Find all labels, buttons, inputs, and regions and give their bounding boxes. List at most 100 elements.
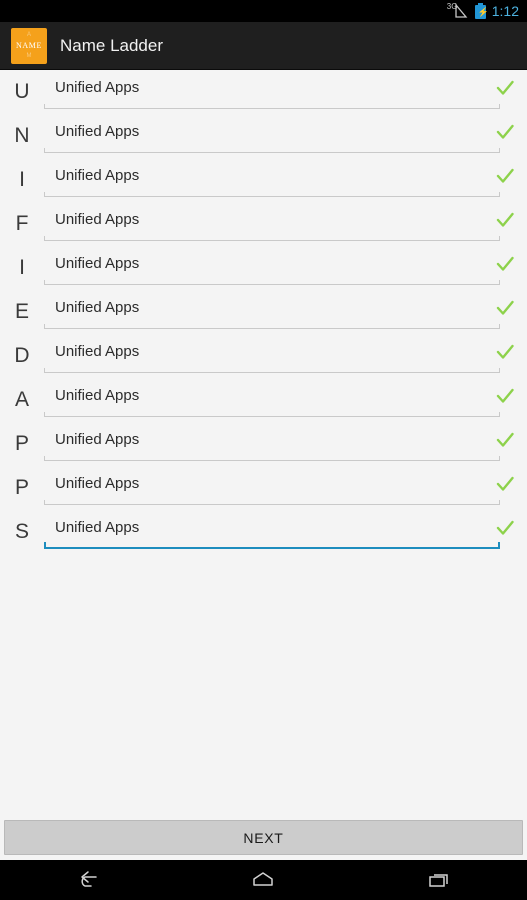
- ladder-row-letter: E: [14, 300, 29, 323]
- ladder-name-input[interactable]: [44, 204, 500, 234]
- valid-check-icon: [483, 336, 527, 368]
- check-glyph: [496, 80, 514, 95]
- underline-line: [44, 284, 500, 285]
- ladder-name-input[interactable]: [44, 336, 500, 366]
- valid-check-icon: [483, 72, 527, 104]
- underline-tick-right: [499, 368, 500, 373]
- action-bar: A NAME M Name Ladder: [0, 22, 527, 70]
- underline-line: [44, 416, 500, 417]
- underline-line: [44, 460, 500, 461]
- recents-glyph: [429, 874, 448, 887]
- app-logo-icon[interactable]: A NAME M: [11, 27, 47, 64]
- app-logo-top-mark: A: [26, 31, 31, 38]
- ladder-row: D: [0, 336, 527, 380]
- valid-check-icon: [483, 424, 527, 456]
- battery-bolt-glyph: ⚡: [477, 6, 489, 17]
- ladder-row-field: [44, 248, 527, 285]
- input-underline: [44, 278, 500, 285]
- network-type-label: 3G: [446, 2, 458, 11]
- input-underline: [44, 322, 500, 329]
- valid-check-icon: [483, 116, 527, 148]
- ladder-row-letter: F: [15, 212, 29, 235]
- input-underline: [44, 190, 500, 197]
- ladder-row-field: [44, 116, 527, 153]
- check-glyph: [496, 388, 514, 403]
- footer-bar: NEXT: [0, 815, 527, 860]
- underline-line: [44, 328, 500, 329]
- check-glyph: [496, 476, 514, 491]
- ladder-row: P: [0, 468, 527, 512]
- ladder-row: I: [0, 248, 527, 292]
- check-glyph: [496, 256, 514, 271]
- ladder-row-field: [44, 204, 527, 241]
- valid-check-icon: [483, 468, 527, 500]
- ladder-row-field: [44, 336, 527, 373]
- back-icon[interactable]: [53, 860, 123, 900]
- page-title: Name Ladder: [60, 35, 164, 55]
- underline-tick-right: [499, 148, 500, 153]
- underline-tick-right: [499, 456, 500, 461]
- ladder-name-input[interactable]: [44, 72, 500, 102]
- check-glyph: [496, 300, 514, 315]
- ladder-row: N: [0, 116, 527, 160]
- ladder-row: A: [0, 380, 527, 424]
- valid-check-icon: [483, 160, 527, 192]
- input-underline: [44, 410, 500, 417]
- ladder-row-field: [44, 424, 527, 461]
- valid-check-icon: [483, 204, 527, 236]
- home-glyph: [253, 872, 274, 886]
- ladder-row-letter: A: [14, 388, 29, 411]
- check-glyph: [496, 124, 514, 139]
- ladder-name-input[interactable]: [44, 468, 500, 498]
- ladder-name-input[interactable]: [44, 424, 500, 454]
- status-bar-right-cluster: 3G ⚡ 1:12: [446, 2, 519, 20]
- ladder-row: U: [0, 72, 527, 116]
- input-underline: [44, 498, 500, 505]
- ladder-row-field: [44, 380, 527, 417]
- navigation-bar: [0, 860, 527, 900]
- home-icon[interactable]: [228, 860, 298, 900]
- valid-check-icon: [483, 380, 527, 412]
- input-underline: [44, 542, 500, 549]
- check-glyph: [496, 520, 514, 535]
- ladder-name-input[interactable]: [44, 248, 500, 278]
- input-underline: [44, 146, 500, 153]
- check-glyph: [496, 212, 514, 227]
- underline-line: [44, 108, 500, 109]
- check-glyph: [496, 344, 514, 359]
- valid-check-icon: [483, 512, 527, 544]
- ladder-row-letter: I: [19, 256, 25, 279]
- ladder-name-input[interactable]: [44, 512, 500, 542]
- input-underline: [44, 366, 500, 373]
- ladder-row-field: [44, 160, 527, 197]
- ladder-name-input[interactable]: [44, 116, 500, 146]
- check-glyph: [496, 432, 514, 447]
- ladder-row-field: [44, 468, 527, 505]
- ladder-name-input[interactable]: [44, 380, 500, 410]
- input-underline: [44, 234, 500, 241]
- ladder-row: I: [0, 160, 527, 204]
- valid-check-icon: [483, 248, 527, 280]
- ladder-name-input[interactable]: [44, 292, 500, 322]
- next-button[interactable]: NEXT: [4, 820, 523, 855]
- underline-tick-right: [499, 236, 500, 241]
- ladder-row: P: [0, 424, 527, 468]
- signal-triangle-icon: 3G: [446, 2, 469, 19]
- ladder-row-letter: P: [14, 432, 29, 455]
- input-underline: [44, 102, 500, 109]
- status-bar: 3G ⚡ 1:12: [0, 0, 527, 22]
- ladder-row-letter: U: [14, 80, 30, 103]
- ladder-row: E: [0, 292, 527, 336]
- recents-icon[interactable]: [404, 860, 474, 900]
- underline-tick-right: [499, 192, 500, 197]
- app-logo-label: NAME: [16, 40, 42, 50]
- ladder-row-letter: I: [19, 168, 25, 191]
- underline-tick-right: [499, 104, 500, 109]
- underline-tick-right: [499, 500, 500, 505]
- underline-line: [44, 504, 500, 505]
- ladder-name-input[interactable]: [44, 160, 500, 190]
- content-area: UNIFIEDAPPS: [0, 70, 527, 815]
- underline-line: [44, 240, 500, 241]
- ladder-row-field: [44, 512, 527, 549]
- input-underline: [44, 454, 500, 461]
